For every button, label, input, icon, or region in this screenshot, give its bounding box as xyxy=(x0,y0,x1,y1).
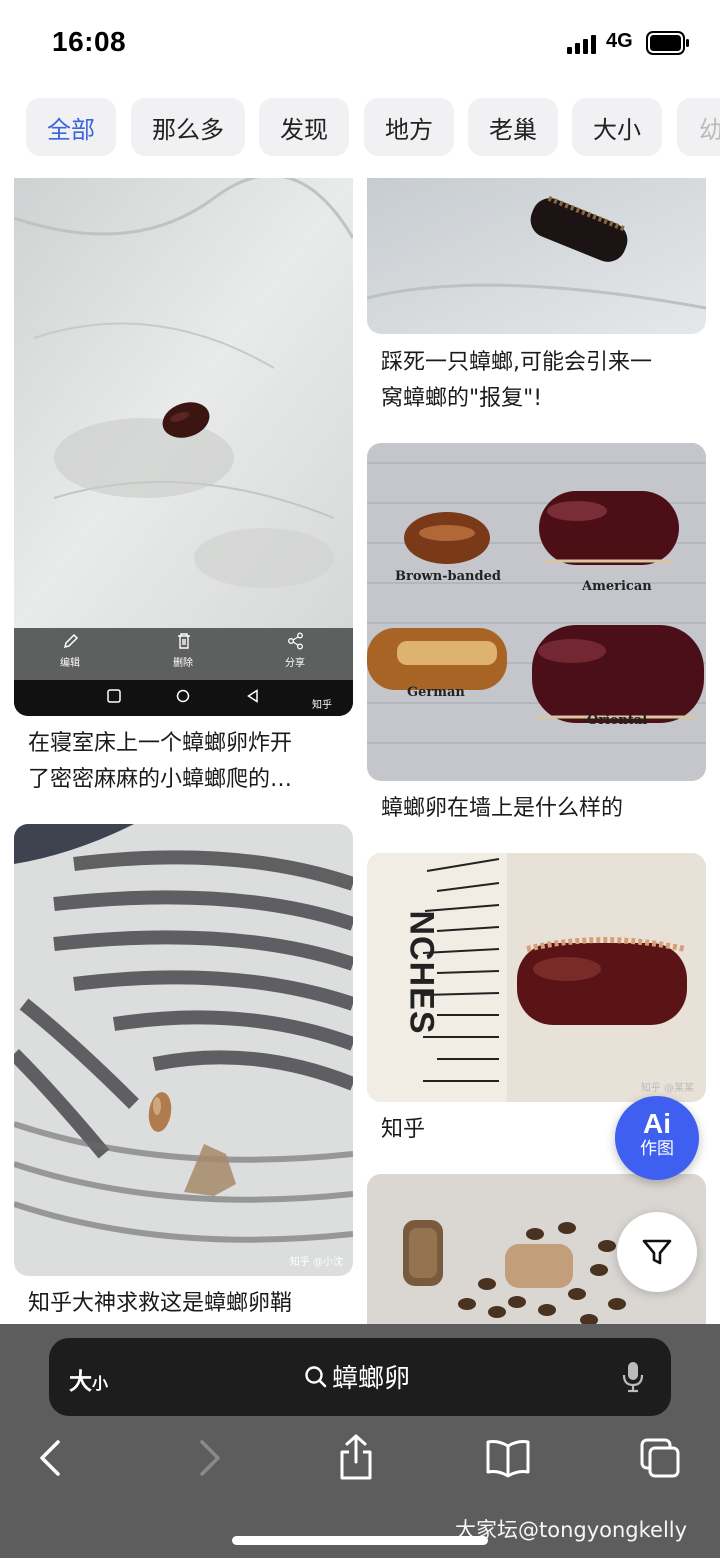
page-format-button[interactable]: 大小 xyxy=(69,1362,108,1396)
chip-size[interactable]: 大小 xyxy=(572,98,662,156)
chip-discover[interactable]: 发现 xyxy=(259,98,349,156)
caption-single-egg[interactable]: 踩死一只蟑螂,可能会引来一 窝蟑螂的"报复"! xyxy=(381,345,701,417)
search-query[interactable]: 蟑螂卵 xyxy=(303,1358,410,1395)
microphone-icon[interactable] xyxy=(621,1360,645,1394)
label-american: American xyxy=(582,579,652,594)
page-format-large: 大 xyxy=(69,1369,92,1395)
result-image-ruler[interactable]: NCHES 知乎 @某某 xyxy=(367,853,706,1102)
chip-all[interactable]: 全部 xyxy=(26,98,116,156)
chip-place[interactable]: 地方 xyxy=(364,98,454,156)
caption-line: 蟑螂卵在墙上是什么样的 xyxy=(381,796,624,821)
label-oriental: Oriental xyxy=(587,713,648,728)
trash-icon[interactable] xyxy=(175,632,193,650)
book-icon[interactable] xyxy=(484,1436,532,1480)
species-eggs-photo xyxy=(367,443,706,781)
circle-icon xyxy=(176,689,190,703)
share-label: 分享 xyxy=(285,658,305,669)
caption-fabric[interactable]: 知乎大神求救这是蟑螂卵鞘 xyxy=(28,1286,348,1322)
chip-so-many[interactable]: 那么多 xyxy=(131,98,245,156)
network-type: 4G xyxy=(606,30,633,52)
filter-chips: 全部 那么多 发现 地方 老巢 大小 幼 xyxy=(0,98,720,158)
filter-button[interactable] xyxy=(617,1212,697,1292)
ai-label: Ai xyxy=(643,1108,671,1139)
battery-icon xyxy=(646,31,689,55)
status-bar: 16:08 4G xyxy=(0,0,720,88)
ruler-text: NCHES xyxy=(402,910,441,1035)
result-image-fabric[interactable]: 知乎 @小沈 xyxy=(14,824,353,1276)
edit-label: 编辑 xyxy=(60,658,80,669)
share-icon[interactable] xyxy=(287,632,305,650)
caption-line: 知乎大神求救这是蟑螂卵鞘 xyxy=(28,1291,293,1316)
label-german: German xyxy=(407,685,465,700)
caption-line: 在寝室床上一个蟑螂卵炸开 xyxy=(28,731,293,756)
chevron-left-icon[interactable] xyxy=(30,1436,74,1480)
ai-create-button[interactable]: Ai 作图 xyxy=(615,1096,699,1180)
pencil-icon[interactable] xyxy=(62,632,80,650)
square-icon xyxy=(107,689,121,703)
result-image-single-egg[interactable] xyxy=(367,178,706,334)
signal-icon xyxy=(567,35,596,54)
result-image-tissue[interactable]: 编辑 删除 分享 知乎 xyxy=(14,178,353,716)
caption-line: 窝蟑螂的"报复"! xyxy=(381,386,543,411)
home-indicator[interactable] xyxy=(232,1536,488,1545)
chevron-right-icon[interactable] xyxy=(186,1436,230,1480)
image-watermark: 知乎 @小沈 xyxy=(289,1257,343,1268)
zhihu-badge: 知乎 xyxy=(312,700,332,711)
page-format-small: 小 xyxy=(92,1374,109,1393)
result-image-species[interactable]: Brown-banded American German Oriental xyxy=(367,443,706,781)
caption-tissue[interactable]: 在寝室床上一个蟑螂卵炸开 了密密麻麻的小蟑螂爬的… xyxy=(28,726,348,798)
triangle-back-icon xyxy=(247,689,258,703)
chip-nest[interactable]: 老巢 xyxy=(468,98,558,156)
caption-line: 了密密麻麻的小蟑螂爬的… xyxy=(28,767,293,792)
browser-toolbar: 大小 蟑螂卵 大家坛@tongyongkelly xyxy=(0,1324,720,1558)
chip-young[interactable]: 幼 xyxy=(677,98,720,156)
fabric-photo xyxy=(14,824,353,1276)
search-query-text: 蟑螂卵 xyxy=(332,1364,411,1394)
tabs-icon[interactable] xyxy=(638,1436,682,1480)
address-bar[interactable]: 大小 蟑螂卵 xyxy=(49,1338,671,1416)
caption-species[interactable]: 蟑螂卵在墙上是什么样的 xyxy=(381,791,701,827)
delete-label: 删除 xyxy=(173,658,193,669)
search-icon xyxy=(305,1365,327,1387)
label-brown-banded: Brown-banded xyxy=(395,569,501,584)
ai-sublabel: 作图 xyxy=(640,1139,674,1159)
caption-line: 踩死一只蟑螂,可能会引来一 xyxy=(381,350,652,375)
forum-watermark: 大家坛@tongyongkelly xyxy=(455,1518,688,1542)
egg-on-sheet-photo xyxy=(367,178,706,334)
status-time: 16:08 xyxy=(52,26,127,57)
filter-icon xyxy=(642,1239,672,1265)
share-icon[interactable] xyxy=(334,1432,378,1482)
image-watermark: 知乎 @某某 xyxy=(640,1083,694,1094)
